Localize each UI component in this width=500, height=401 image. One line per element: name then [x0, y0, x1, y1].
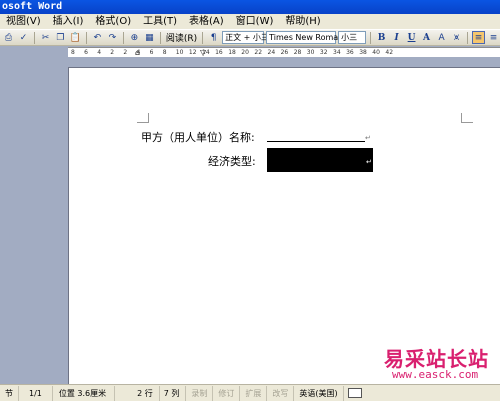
toolbar-separator	[370, 31, 372, 44]
ruler-number: 18	[228, 49, 236, 56]
size-select[interactable]: 小三	[338, 31, 367, 44]
status-language: 英语(美国)	[294, 385, 344, 401]
print-preview-icon[interactable]: ⎙	[2, 31, 15, 44]
font-color-button[interactable]: A	[420, 31, 433, 44]
size-select-value: 小三	[341, 33, 358, 42]
toolbar-separator	[202, 31, 204, 44]
read-mode-button[interactable]: 阅读(R)	[165, 31, 198, 44]
ruler-number: 30	[306, 49, 315, 56]
menu-window[interactable]: 窗口(W)	[230, 14, 280, 29]
status-line: 2 行	[115, 385, 160, 401]
watermark-logo: 易采站长站 www.easck.com	[380, 343, 500, 384]
status-rec[interactable]: 录制	[186, 385, 214, 401]
economic-type-label: 经济类型:	[208, 155, 256, 168]
menu-format[interactable]: 格式(O)	[89, 14, 137, 29]
paste-icon[interactable]: 📋	[69, 31, 82, 44]
toolbar-separator	[159, 31, 161, 44]
menu-insert[interactable]: 插入(I)	[47, 14, 90, 29]
ruler-number: 4	[97, 49, 102, 56]
toolbar-separator	[85, 31, 87, 44]
font-select-value: Times New Roman	[269, 33, 344, 42]
bold-button[interactable]: B	[375, 31, 388, 44]
ruler-number: 6	[84, 49, 88, 56]
menu-help[interactable]: 帮助(H)	[279, 14, 326, 29]
title-bar: osoft Word	[0, 0, 500, 14]
align-center-icon[interactable]: ≡	[487, 31, 500, 44]
toolbar-separator	[122, 31, 124, 44]
toolbar-separator	[33, 31, 35, 44]
ruler-number: 8	[162, 49, 167, 56]
style-select[interactable]: 正文 + 小三	[222, 31, 269, 44]
formatting-toolbar: ⎙ ✓ ✂ ❐ 📋 ↶ ↷ ⊕ ▦ 阅读(R) ¶ 正文 + 小三 Times …	[0, 29, 500, 46]
crop-mark-top-right	[461, 113, 473, 123]
style-select-value: 正文 + 小三	[225, 33, 269, 42]
ruler-number: 12	[188, 49, 197, 56]
ruler-number: 20	[241, 49, 249, 56]
status-ext[interactable]: 扩展	[240, 385, 268, 401]
first-line-indent-marker[interactable]: ▽	[200, 48, 206, 57]
hyperlink-icon[interactable]: ⊕	[128, 31, 141, 44]
styles-icon[interactable]: ¶	[207, 31, 220, 44]
redo-icon[interactable]: ↷	[106, 31, 119, 44]
status-ovr[interactable]: 改写	[267, 385, 295, 401]
window-title: osoft Word	[2, 1, 63, 12]
watermark-url: www.easck.com	[392, 368, 479, 381]
font-select[interactable]: Times New Roman	[266, 31, 343, 44]
status-column: 7 列	[160, 385, 187, 401]
align-left-icon[interactable]: ≡	[472, 31, 485, 44]
spelling-status-icon[interactable]	[347, 388, 362, 398]
employer-name-field[interactable]	[267, 141, 365, 142]
paragraph-mark: ↵	[366, 158, 372, 166]
status-position: 位置 3.6厘米	[53, 385, 116, 401]
character-scale-icon[interactable]: ⩙	[450, 31, 463, 44]
toolbar-separator	[467, 31, 468, 44]
menu-bar: 视图(V) 插入(I) 格式(O) 工具(T) 表格(A) 窗口(W) 帮助(H…	[0, 14, 500, 29]
ruler-area: 8 6 4 2 2 4 6 8 10 12 14 16 18 20 22 24 26 28 30 32 34 36 38 40…	[0, 46, 500, 58]
crop-mark-top-left	[137, 113, 149, 123]
ruler-number: 10	[175, 49, 184, 56]
left-indent-marker[interactable]: ⌂	[135, 48, 140, 57]
ruler-number: 8	[71, 49, 75, 56]
ruler-number: 38	[359, 49, 367, 56]
undo-icon[interactable]: ↶	[91, 31, 104, 44]
menu-tools[interactable]: 工具(T)	[137, 14, 183, 29]
status-section: 节	[0, 385, 19, 401]
ruler-number: 34	[333, 49, 341, 56]
ruler-number: 26	[280, 49, 289, 56]
status-bar: 节 1/1 位置 3.6厘米 2 行 7 列 录制 修订 扩展 改写 英语(美国…	[0, 384, 500, 401]
menu-table[interactable]: 表格(A)	[183, 14, 230, 29]
table-icon[interactable]: ▦	[143, 31, 156, 44]
ruler-number: 42	[385, 49, 394, 56]
ruler-number: 36	[346, 49, 354, 56]
highlight-icon[interactable]: A	[435, 31, 448, 44]
underline-button[interactable]: U	[405, 31, 418, 44]
ruler-number: 2	[123, 49, 128, 56]
cut-icon[interactable]: ✂	[39, 31, 52, 44]
ruler-number: 24	[267, 49, 276, 56]
horizontal-ruler[interactable]: 8 6 4 2 2 4 6 8 10 12 14 16 18 20 22 24 26 28 30 32 34 36 38 40…	[68, 47, 500, 57]
paragraph-mark: ↵	[365, 134, 371, 142]
ruler-number: 16	[215, 49, 223, 56]
italic-button[interactable]: I	[390, 31, 403, 44]
ruler-number: 40	[372, 49, 380, 56]
document-page[interactable]: 甲方（用人单位）名称: ↵ 经济类型: ↵	[68, 67, 500, 384]
employer-name-label: 甲方（用人单位）名称:	[141, 131, 255, 144]
spelling-icon[interactable]: ✓	[17, 31, 30, 44]
economic-type-field-selected[interactable]	[267, 148, 373, 172]
ruler-number: 2	[110, 49, 115, 56]
menu-view[interactable]: 视图(V)	[0, 14, 47, 29]
ruler-number: 32	[319, 49, 328, 56]
copy-icon[interactable]: ❐	[54, 31, 67, 44]
ruler-number: 22	[254, 49, 263, 56]
status-page: 1/1	[19, 385, 53, 401]
ruler-number: 6	[149, 49, 154, 56]
ruler-number: 28	[293, 49, 302, 56]
left-gutter	[0, 58, 14, 384]
status-trk[interactable]: 修订	[213, 385, 241, 401]
